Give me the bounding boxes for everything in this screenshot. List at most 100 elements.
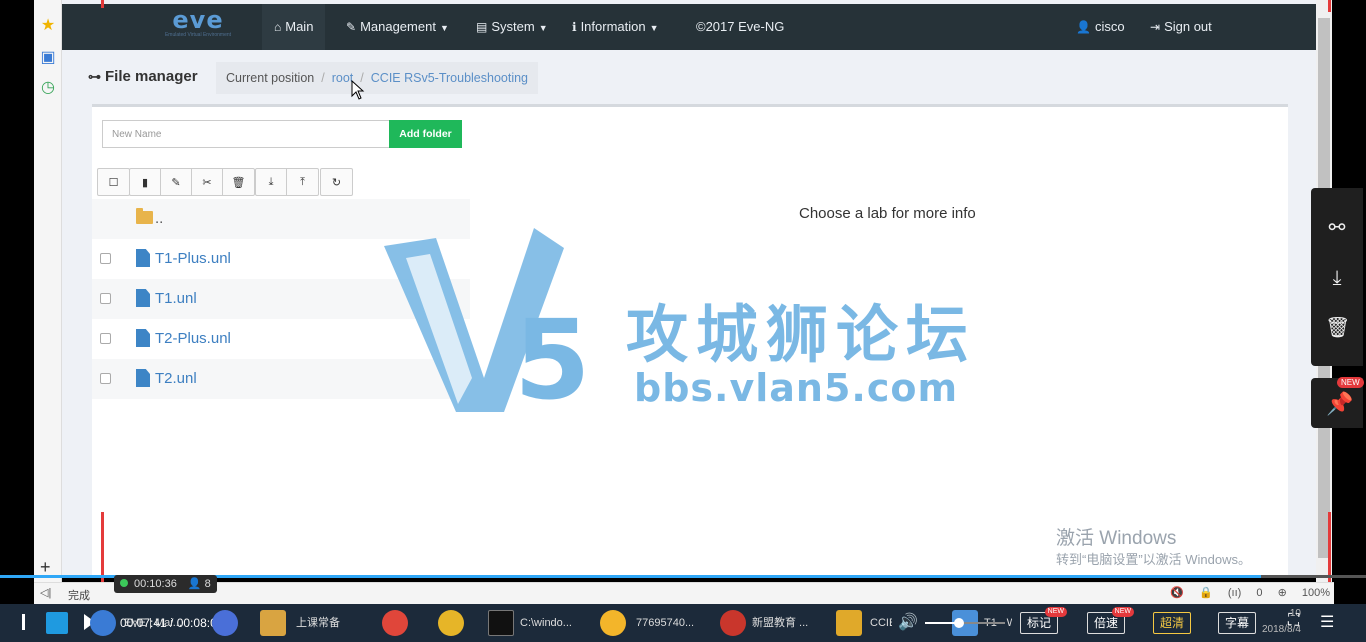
nav-management[interactable]: ✎ Management ▼ [334, 4, 461, 50]
lab-info-text: Choose a lab for more info [799, 205, 976, 222]
toolbar-transfer: ⤓ ⤒ [255, 168, 319, 196]
page-title: ⊶ File manager [88, 68, 198, 85]
breadcrumb-folder[interactable]: CCIE RSv5-Troubleshooting [371, 71, 528, 85]
quality-button[interactable]: 超清 [1153, 612, 1192, 634]
refresh-button[interactable]: ↻ [321, 169, 352, 195]
browser-status-bar: ◁| 完成 🔇 🔒 (ıı) 0 ⊕ 100% [34, 582, 1334, 604]
taskbar-item[interactable]: C:\windo... [520, 606, 586, 640]
status-right: 🔇 🔒 (ıı) 0 ⊕ 100% [1158, 586, 1330, 599]
mark-button[interactable]: 标记 NEW [1020, 607, 1068, 634]
file-icon [136, 249, 150, 267]
folder-app-icon[interactable] [260, 610, 286, 636]
rename-button[interactable]: ✎ [161, 169, 192, 195]
nav-system[interactable]: ▤ System ▼ [464, 4, 560, 50]
recording-dot-icon [120, 579, 128, 587]
wrench-icon: ✎ [346, 20, 357, 34]
pin-panel[interactable]: 📌 NEW [1311, 377, 1364, 428]
history-icon[interactable]: ◷ [38, 78, 58, 98]
taskbar-item[interactable]: 上课常备 [296, 606, 356, 640]
edu-app-icon[interactable] [720, 610, 746, 636]
home-icon: ⌂ [274, 20, 282, 34]
app-icon[interactable] [438, 610, 464, 636]
caret-down-icon: ▼ [649, 23, 659, 33]
nav-signout[interactable]: ⇥ Sign out [1138, 4, 1224, 50]
add-folder-button[interactable]: Add folder [389, 120, 462, 148]
export-button[interactable]: ⤒ [287, 169, 318, 195]
new-file-button[interactable]: ▮ [130, 169, 161, 195]
parent-folder-row[interactable]: .. [92, 199, 470, 239]
volume-knob[interactable] [953, 618, 964, 628]
toolbar-edit: ▮ ✎ ✂ 🗑 [129, 168, 255, 196]
qq-app-icon[interactable] [600, 610, 626, 636]
scissors-icon: ✂ [202, 176, 212, 189]
user-icon: 👤 [1076, 20, 1091, 34]
select-all-button[interactable]: ☐ [98, 169, 129, 195]
trash-icon[interactable]: 🗑 [1325, 316, 1350, 340]
eve-logo[interactable]: eve Emulated Virtual Environment [158, 8, 238, 46]
mouse-cursor-icon [351, 80, 365, 100]
caret-down-icon: ▼ [538, 23, 548, 33]
fullscreen-icon[interactable]: ⛶ [1288, 612, 1299, 630]
add-icon[interactable]: + [40, 558, 58, 576]
taskbar-item[interactable]: 77695740... [636, 606, 702, 640]
taskbar: 00:07:41 / 00:08:00 EVE | Mai... 上课常备 C:… [0, 604, 1366, 642]
toolbar-select: ☐ [97, 168, 130, 196]
refresh-icon: ↻ [331, 176, 342, 189]
bookmark-icon[interactable]: ▣ [38, 48, 58, 68]
file-row[interactable]: T1-Plus.unl [92, 239, 470, 279]
sitemap-icon: ⊶ [88, 69, 101, 84]
mute-icon[interactable]: 🔇 [1170, 587, 1184, 599]
import-button[interactable]: ⤓ [256, 169, 287, 195]
volume-slider[interactable] [925, 618, 1005, 628]
red-marker [1328, 0, 1331, 12]
browser-app-icon[interactable] [90, 610, 116, 636]
windows-start-icon[interactable] [46, 612, 68, 634]
taskbar-item[interactable]: 新盟教育 ... [752, 606, 818, 640]
row-checkbox[interactable] [100, 333, 111, 344]
taskbar-item[interactable]: EVE | Mai... [124, 606, 194, 640]
nav-information[interactable]: ℹ Information ▼ [560, 4, 671, 50]
viewer-icon: 👤 [187, 578, 202, 590]
download-icon: ⤓ [268, 175, 274, 188]
status-text: 完成 [68, 590, 90, 602]
new-badge: NEW [1111, 607, 1135, 617]
row-checkbox[interactable] [100, 253, 111, 264]
cmd-app-icon[interactable] [488, 610, 514, 636]
baidu-app-icon[interactable] [212, 610, 238, 636]
lock-icon[interactable]: 🔒 [1199, 587, 1213, 599]
activate-windows-notice: 激活 Windows 转到“电脑设置”以激活 Windows。 [1056, 528, 1252, 567]
nav-main[interactable]: ⌂ Main [262, 4, 326, 50]
signout-icon: ⇥ [1150, 20, 1161, 34]
file-row[interactable]: T2.unl [92, 359, 470, 399]
share-icon[interactable]: ⚯ [1325, 216, 1349, 240]
star-icon[interactable]: ★ [38, 16, 58, 36]
speed-button[interactable]: 倍速 NEW [1087, 607, 1135, 634]
red-marker [101, 0, 104, 8]
nav-toggle-icon[interactable]: ◁| [40, 586, 51, 599]
upload-icon: ⤒ [300, 175, 305, 188]
file-manager-panel: Add folder ☐ ▮ ✎ ✂ 🗑 ⤓ ⤒ ↻ .. [92, 104, 1288, 578]
folder-icon [136, 208, 153, 224]
file-row[interactable]: T2-Plus.unl [92, 319, 470, 359]
download-icon[interactable]: ⤓ [1325, 266, 1349, 290]
row-checkbox[interactable] [100, 293, 111, 304]
taskbar-item[interactable]: CCIE LAB ... [870, 606, 892, 640]
new-name-input[interactable] [102, 120, 390, 148]
nav-user[interactable]: 👤 cisco [1064, 4, 1137, 50]
counter: (ıı) 0 [1227, 587, 1263, 599]
checkbox-icon: ☐ [108, 176, 119, 189]
playlist-menu-icon[interactable]: ☰ [1320, 612, 1334, 632]
subtitle-button[interactable]: 字幕 [1218, 612, 1257, 634]
zoom-level[interactable]: ⊕ 100% [1278, 587, 1330, 599]
file-row[interactable]: T1.unl [92, 279, 470, 319]
delete-button[interactable]: 🗑 [223, 169, 254, 195]
volume-icon[interactable]: 🔊 [898, 612, 918, 632]
row-checkbox[interactable] [100, 373, 111, 384]
pencil-icon: ✎ [171, 176, 181, 189]
chrome-app-icon[interactable] [382, 610, 408, 636]
cut-button[interactable]: ✂ [192, 169, 223, 195]
breadcrumb-label: Current position [226, 71, 315, 85]
prev-button[interactable] [22, 614, 25, 630]
screen: ★ ▣ ◷ + eve Emulated Virtual Environment… [0, 0, 1366, 642]
vmware-app-icon[interactable] [836, 610, 862, 636]
